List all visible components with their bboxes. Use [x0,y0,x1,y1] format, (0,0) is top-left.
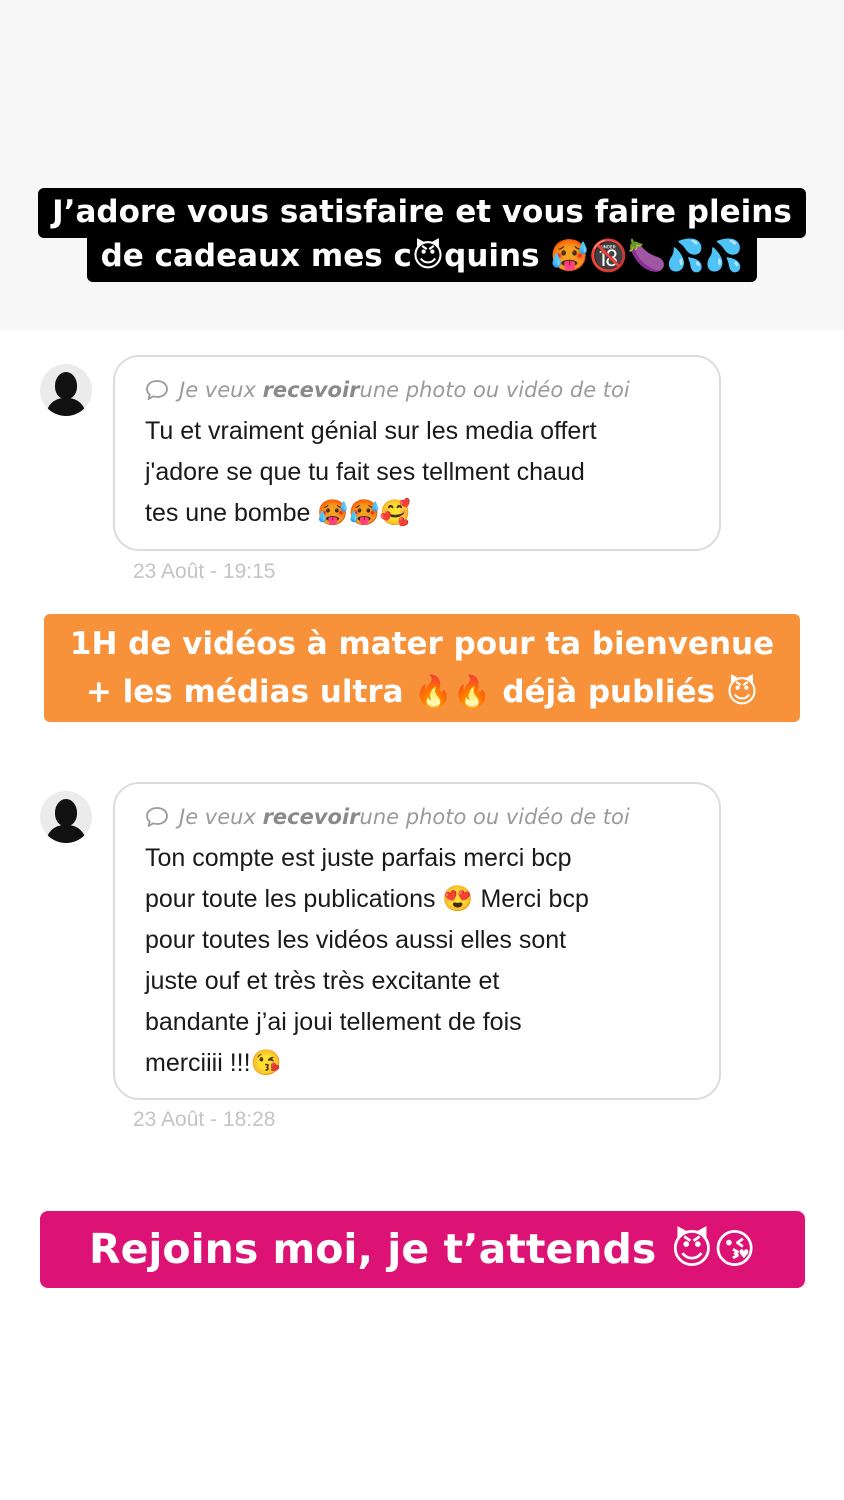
cta-banner: Rejoins moi, je t’attends 😈😘 [40,1211,805,1288]
promo-banner: 1H de vidéos à mater pour ta bienvenue +… [44,614,800,722]
message-line: Tu et vraiment génial sur les media offe… [145,417,597,445]
header-caption: J’adore vous satisfaire et vous faire pl… [0,188,844,282]
message-line: j'adore se que tu fait ses tellment chau… [145,458,585,486]
request-label: Je veux recevoir une photo ou vidéo de t… [145,375,691,405]
message-line: merciiii !!!😘 [145,1049,282,1077]
message-card: Je veux recevoir une photo ou vidéo de t… [113,355,721,551]
sender-avatar [40,364,92,416]
promo-line-2: + les médias ultra 🔥🔥 déjà publiés 😈 [85,674,759,710]
message-line: tes une bombe 🥵🥵🥰 [145,499,411,527]
message-line: bandante j’ai joui tellement de fois [145,1008,522,1036]
speech-bubble-icon [146,807,168,827]
header-caption-line-2: de cadeaux mes c😈quins 🥵🔞🍆💦💦 [86,232,758,282]
request-label: Je veux recevoir une photo ou vidéo de t… [145,802,691,832]
message-date: 23 Août - 18:28 [133,1108,276,1131]
message-line: juste ouf et très très excitante et [145,967,500,995]
message-line: pour toutes les vidéos aussi elles sont [145,926,567,954]
message-text: Ton compte est juste parfais merci bcp p… [145,838,691,1084]
speech-bubble-icon [146,380,168,400]
sender-avatar [40,791,92,843]
message-line: pour toute les publications 😍 Merci bcp [145,885,589,913]
message-text: Tu et vraiment génial sur les media offe… [145,411,691,534]
message-date: 23 Août - 19:15 [133,560,276,583]
header-caption-line-1: J’adore vous satisfaire et vous faire pl… [38,188,806,238]
message-line: Ton compte est juste parfais merci bcp [145,844,572,872]
message-card: Je veux recevoir une photo ou vidéo de t… [113,782,721,1100]
promo-line-1: 1H de vidéos à mater pour ta bienvenue [69,626,775,662]
